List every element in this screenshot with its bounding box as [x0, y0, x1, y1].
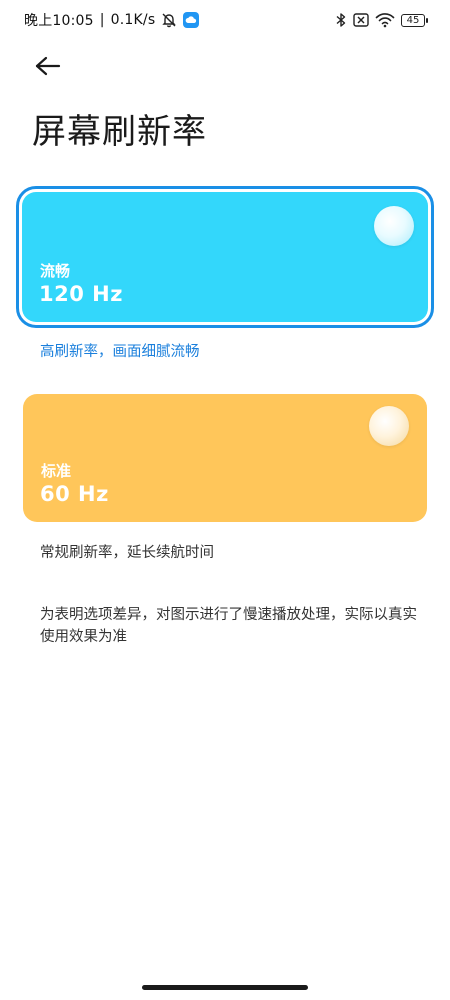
- preview-ball-icon: [369, 406, 409, 446]
- mute-bell-icon: [161, 12, 177, 28]
- status-divider: |: [99, 12, 105, 28]
- status-bar: 晚上10:05 | 0.1K/s 45: [0, 0, 450, 40]
- status-time: 晚上10:05: [24, 13, 94, 29]
- status-right: 45: [335, 12, 428, 28]
- status-left: 晚上10:05 | 0.1K/s: [24, 10, 200, 30]
- cloud-app-icon: [183, 12, 200, 28]
- option-description-60hz: 常规刷新率，延长续航时间: [40, 545, 214, 561]
- option-card-60hz[interactable]: 标准 60 Hz: [23, 394, 427, 522]
- option-name: 标准: [41, 462, 72, 480]
- preview-ball-icon: [374, 206, 414, 246]
- back-button[interactable]: [30, 50, 66, 86]
- battery-icon: 45: [401, 13, 428, 27]
- network-speed: 0.1K/s: [110, 12, 156, 28]
- option-description-120hz: 高刷新率，画面细腻流畅: [40, 344, 200, 360]
- page-title: 屏幕刷新率: [32, 112, 207, 152]
- battery-level: 45: [406, 14, 420, 26]
- arrow-left-icon: [35, 56, 61, 80]
- option-60hz-frame: 标准 60 Hz: [23, 394, 427, 522]
- wifi-icon: [375, 12, 395, 28]
- option-name: 流畅: [40, 262, 71, 280]
- disclaimer-note: 为表明选项差异，对图示进行了慢速播放处理，实际以真实使用效果为准: [40, 607, 417, 645]
- option-rate: 60 Hz: [40, 482, 109, 506]
- option-rate: 120 Hz: [39, 282, 123, 306]
- no-sim-icon: [353, 13, 369, 27]
- home-indicator[interactable]: [142, 985, 308, 990]
- option-card-120hz[interactable]: 流畅 120 Hz: [22, 192, 428, 322]
- bluetooth-icon: [335, 12, 347, 28]
- option-120hz-selected-frame: 流畅 120 Hz: [16, 186, 434, 328]
